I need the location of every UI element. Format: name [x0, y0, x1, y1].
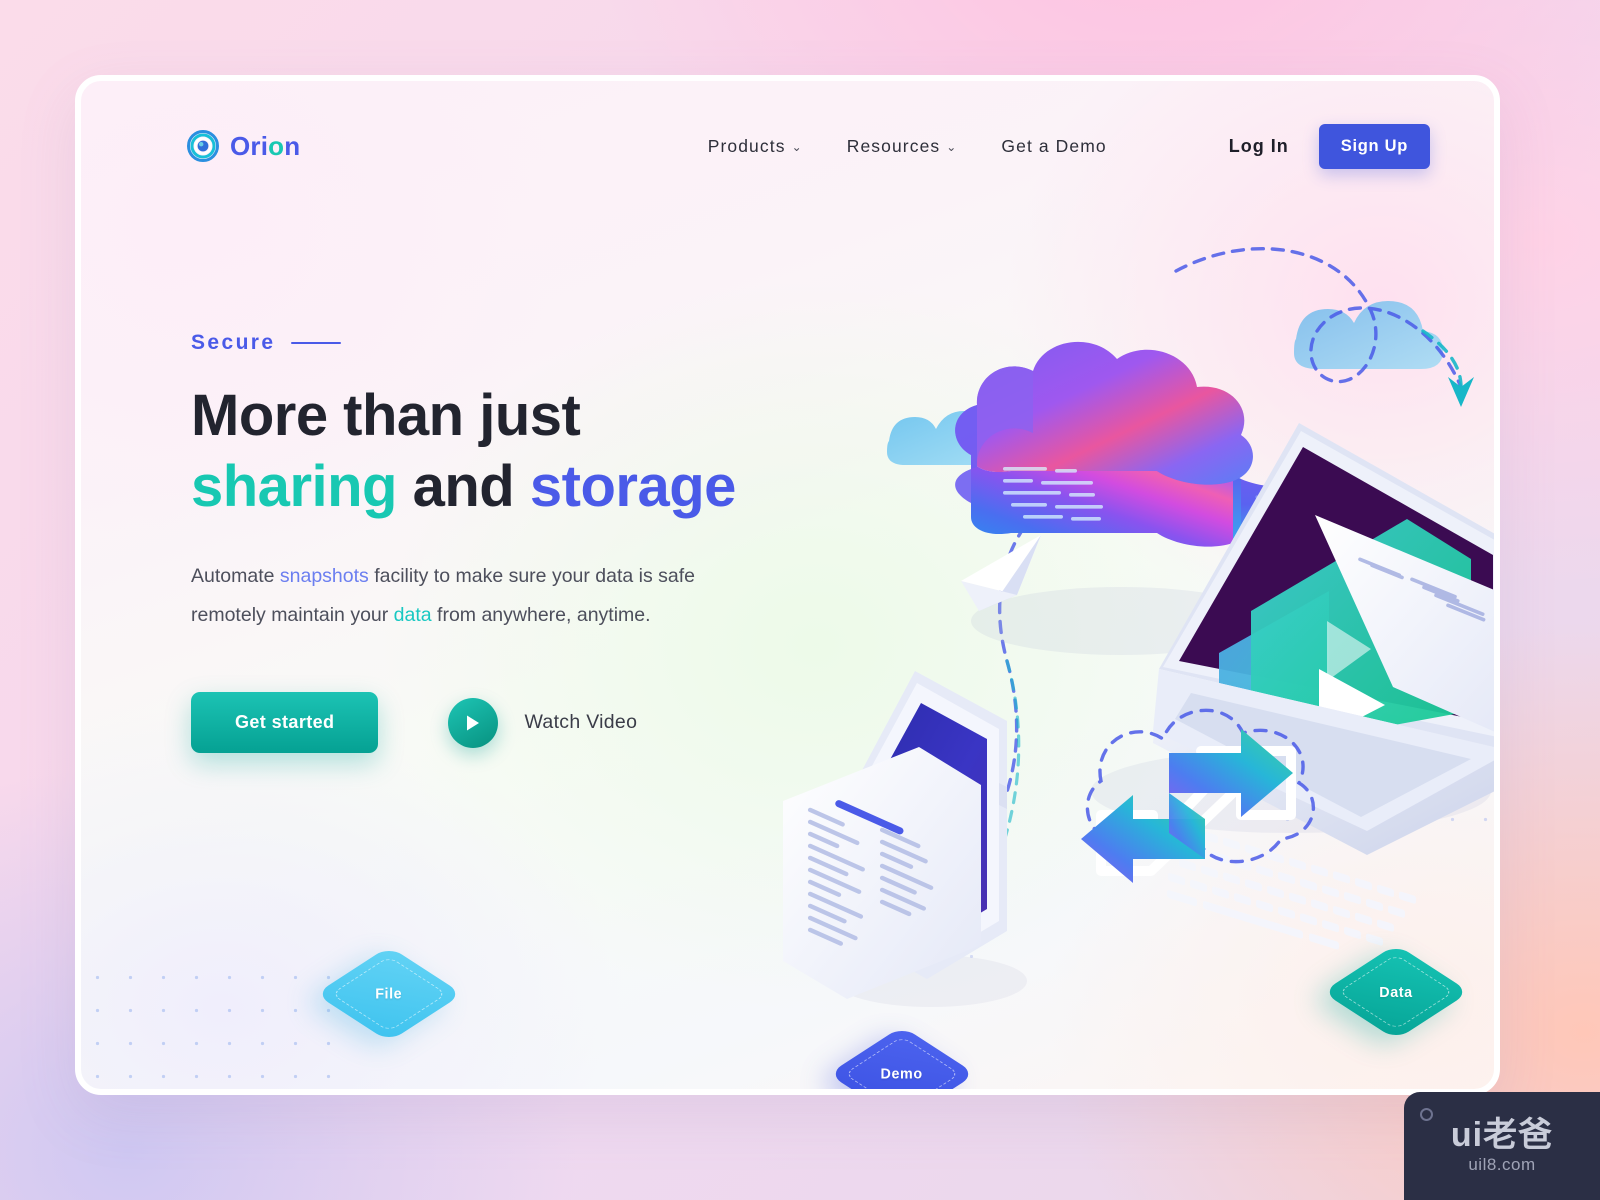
- link-data[interactable]: data: [394, 604, 432, 626]
- watermark-main-text: ui老爸: [1450, 1115, 1554, 1154]
- chevron-down-icon: ⌄: [791, 140, 803, 154]
- nav-item-get-a-demo[interactable]: Get a Demo: [1001, 136, 1106, 157]
- nav-label-get-a-demo: Get a Demo: [1001, 135, 1107, 156]
- headline-word-and: and: [412, 453, 515, 519]
- chevron-down-icon: ⌄: [946, 140, 958, 154]
- get-started-button[interactable]: Get started: [191, 692, 379, 754]
- watermark-badge: ui老爸 uil8.com: [1404, 1092, 1600, 1200]
- logo-text: Ori o n: [230, 131, 300, 162]
- watch-video-label: Watch Video: [524, 711, 638, 734]
- dot-grid-left: [81, 961, 331, 1089]
- main-nav: Products ⌄ Resources ⌄ Get a Demo: [708, 136, 1107, 157]
- nav-label-resources: Resources: [846, 135, 941, 156]
- login-link[interactable]: Log In: [1229, 136, 1289, 157]
- signup-button[interactable]: Sign Up: [1318, 123, 1430, 169]
- logo-text-part2: n: [284, 130, 301, 161]
- auth-actions: Log In Sign Up: [1229, 123, 1430, 169]
- headline-word-sharing: sharing: [191, 453, 398, 519]
- nav-item-products[interactable]: Products ⌄: [708, 136, 803, 157]
- play-icon: [448, 697, 499, 748]
- hero-content: Secure More than just sharing and storag…: [191, 331, 871, 754]
- eyebrow-line: [291, 341, 342, 345]
- hero-description: Automate snapshots facility to make sure…: [191, 557, 711, 637]
- headline-word-storage: storage: [529, 453, 737, 519]
- eyebrow-text: Secure: [191, 331, 276, 354]
- hero-card: Ori o n Products ⌄ Resources ⌄ Get a Demo …: [75, 75, 1500, 1095]
- eyebrow: Secure: [191, 331, 871, 355]
- tile-demo-label: Demo: [880, 1065, 924, 1083]
- headline-line1: More than just: [191, 383, 581, 448]
- tile-file-label: File: [375, 985, 403, 1003]
- tile-file[interactable]: File: [315, 946, 463, 1042]
- watermark-sub-text: uil8.com: [1468, 1154, 1536, 1174]
- nav-label-products: Products: [707, 135, 786, 156]
- sub-part1: Automate: [191, 564, 280, 587]
- logo-text-part1: Ori: [230, 130, 269, 161]
- cta-row: Get started Watch Video: [191, 692, 871, 754]
- logo-text-dot: o: [268, 130, 285, 161]
- watch-video-button[interactable]: Watch Video: [448, 697, 638, 748]
- circle-icon: [1420, 1108, 1433, 1121]
- link-snapshots[interactable]: snapshots: [280, 565, 369, 587]
- sub-part3: from anywhere, anytime.: [431, 604, 651, 627]
- flat-cloud-large: [1294, 301, 1443, 369]
- nav-item-resources[interactable]: Resources ⌄: [847, 136, 958, 157]
- concentric-circle-icon: [187, 130, 219, 162]
- logo[interactable]: Ori o n: [187, 130, 300, 162]
- tile-data-label: Data: [1379, 983, 1413, 1001]
- page-title: More than just sharing and storage: [191, 381, 871, 523]
